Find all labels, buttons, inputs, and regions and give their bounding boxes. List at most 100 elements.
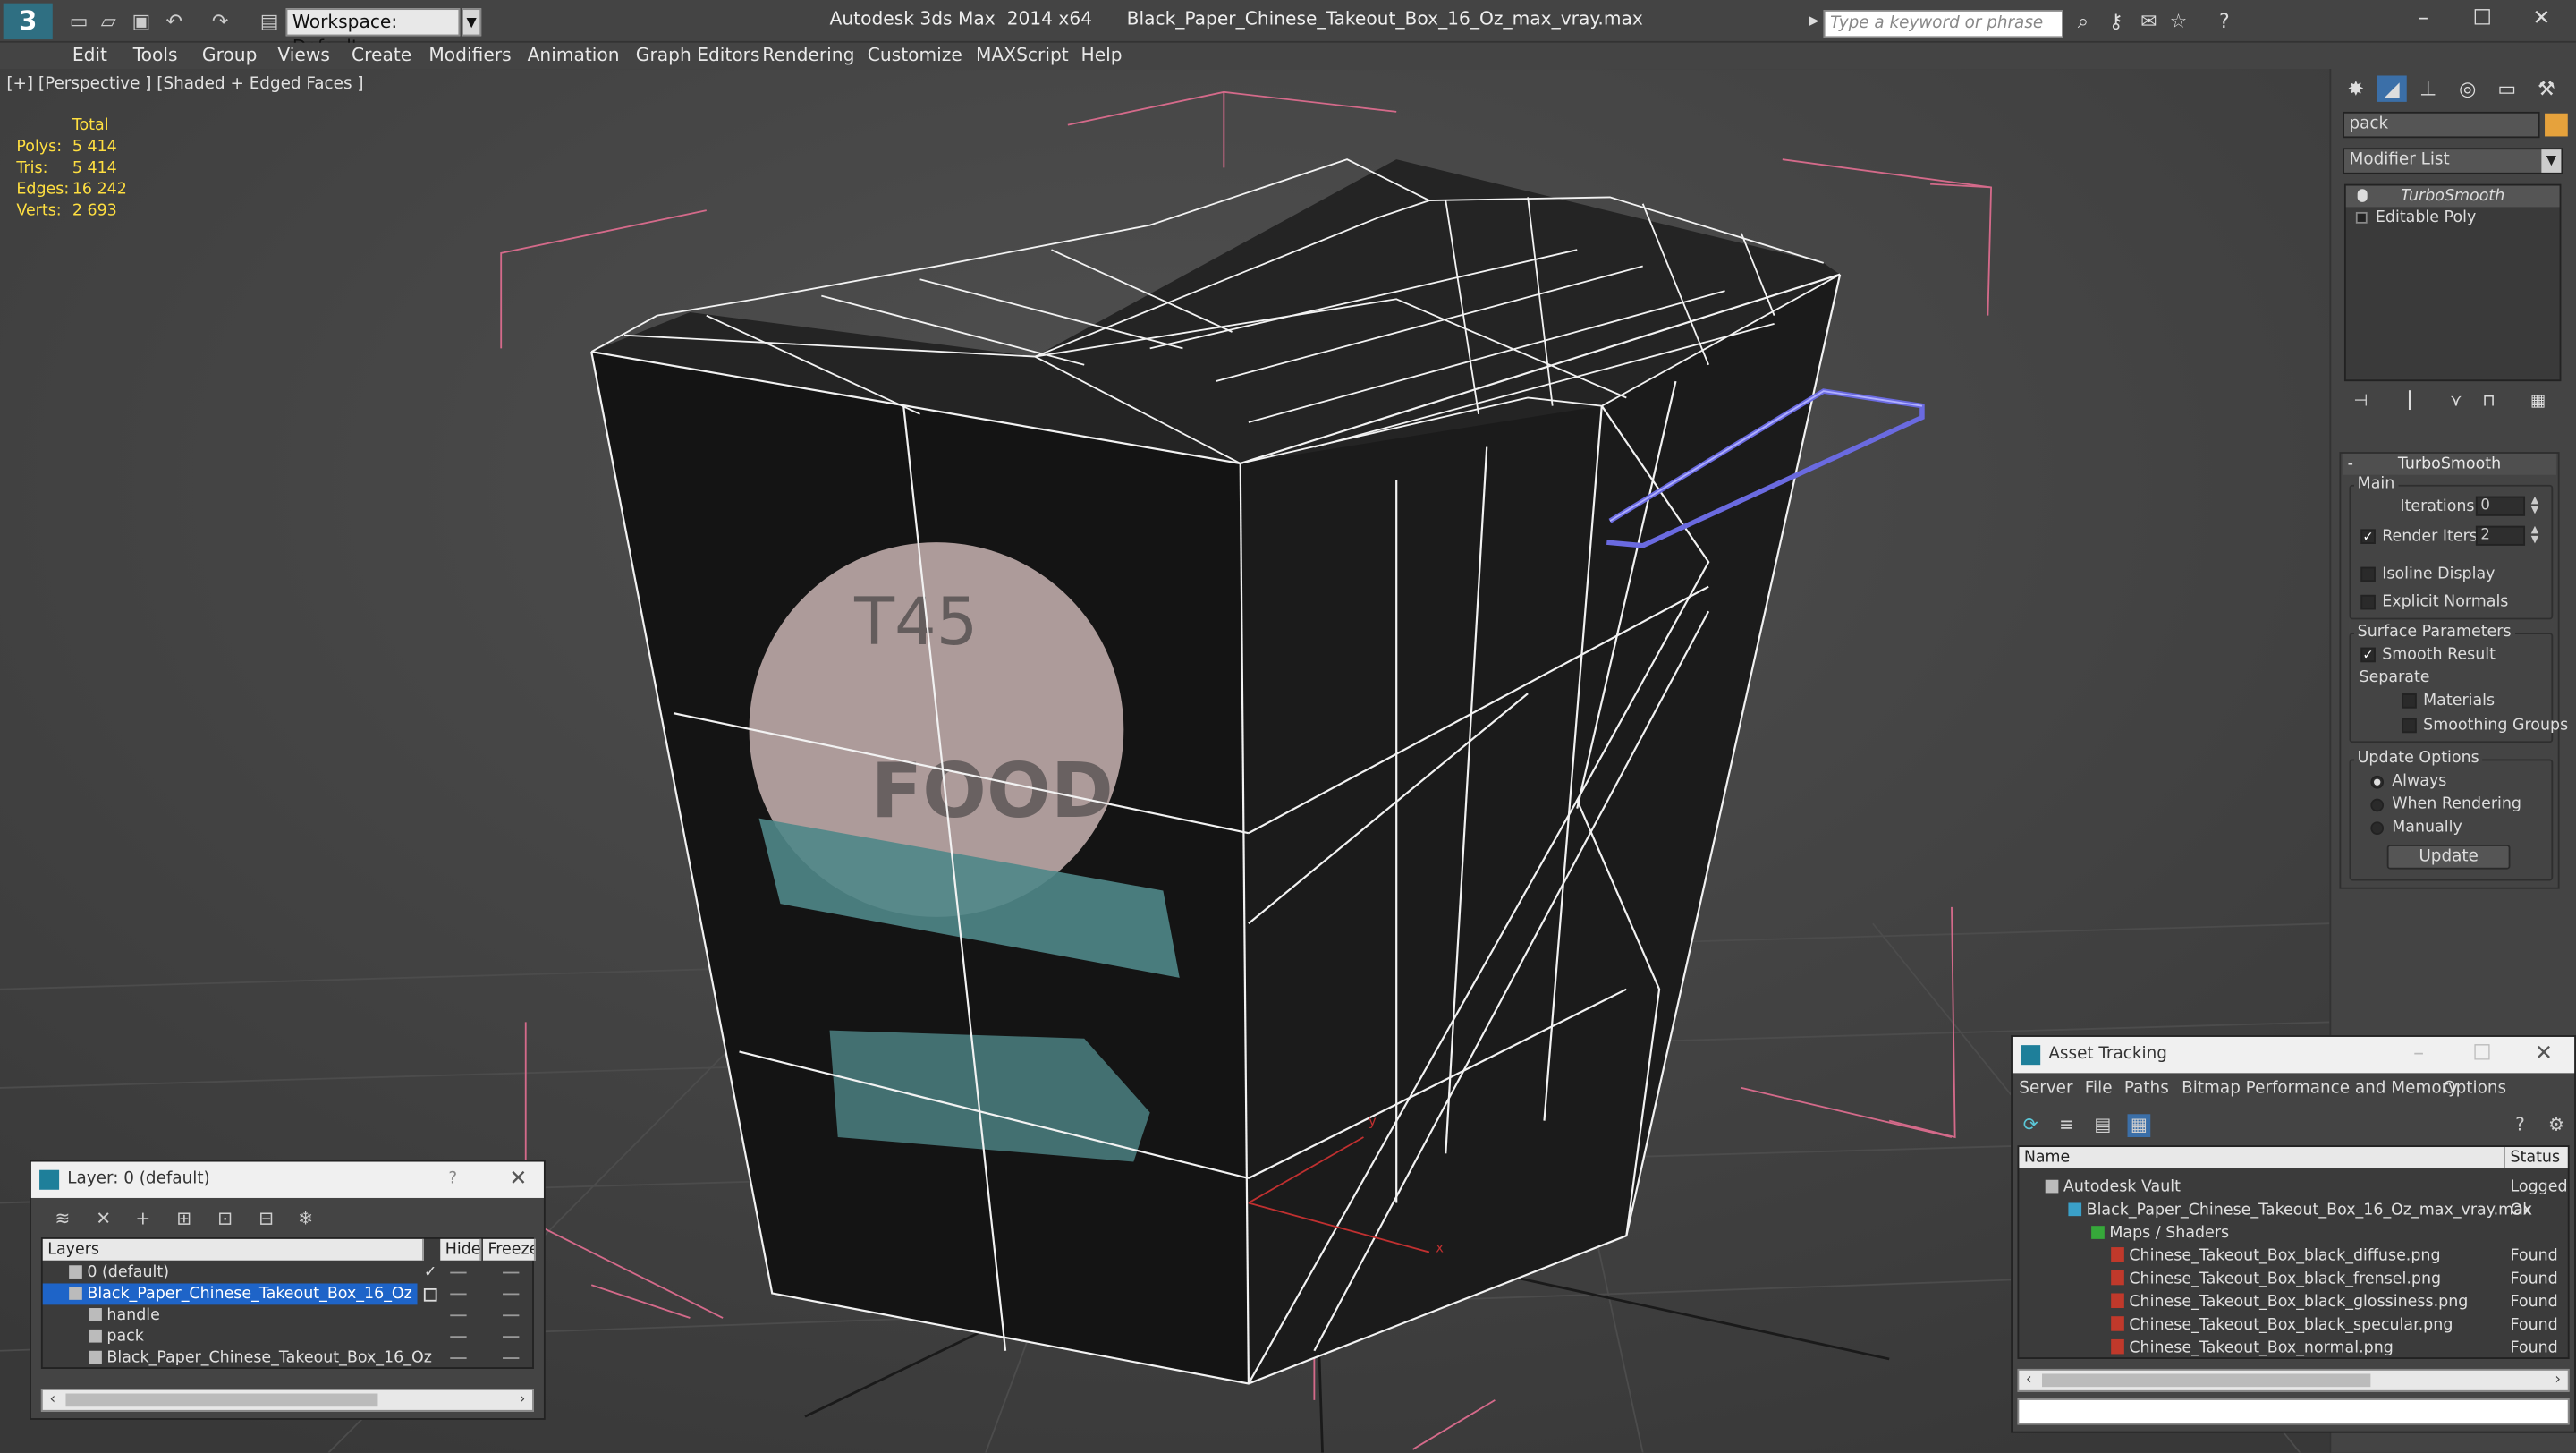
communication-icon[interactable]: ✉ — [2136, 8, 2162, 34]
menu-customize[interactable]: Customize — [868, 45, 962, 66]
add-to-layer-icon[interactable]: + — [131, 1208, 155, 1231]
horizontal-scrollbar[interactable]: ‹ › — [40, 1389, 534, 1412]
hide-toggle[interactable] — [450, 1271, 467, 1274]
stack-item-turbosmooth[interactable]: TurboSmooth — [2345, 185, 2560, 208]
column-header-hide[interactable]: Hide — [440, 1238, 482, 1261]
asset-row[interactable]: Chinese_Takeout_Box_black_glossiness.png… — [2019, 1292, 2567, 1313]
asset-row[interactable]: Black_Paper_Chinese_Takeout_Box_16_Oz_ma… — [2019, 1200, 2567, 1221]
menu-animation[interactable]: Animation — [528, 45, 620, 66]
asset-row[interactable]: Autodesk Vault Logged — [2019, 1177, 2568, 1198]
scroll-right-icon[interactable]: › — [513, 1390, 532, 1410]
configure-sets-icon[interactable]: ▦ — [2527, 391, 2550, 414]
minimize-button[interactable]: – — [2399, 5, 2448, 35]
menu-file[interactable]: File — [2085, 1080, 2113, 1098]
motion-tab-icon[interactable]: ◎ — [2453, 75, 2482, 101]
hide-toggle[interactable] — [450, 1293, 467, 1296]
render-iters-checkbox[interactable]: ✓ — [2360, 529, 2376, 544]
object-row[interactable]: pack — [43, 1326, 532, 1347]
highlight-layer-icon[interactable]: ⊡ — [214, 1208, 237, 1231]
layer-row[interactable]: 0 (default) ✓ — [43, 1262, 532, 1284]
update-button[interactable]: Update — [2386, 845, 2511, 870]
rollout-header[interactable]: - TurboSmooth — [2343, 453, 2556, 475]
maximize-button[interactable]: ☐ — [2458, 5, 2507, 35]
smoothing-groups-checkbox[interactable] — [2402, 718, 2417, 734]
spinner-arrows-icon[interactable]: ▲ ▼ — [2529, 525, 2542, 546]
menu-edit[interactable]: Edit — [72, 45, 107, 66]
freeze-toggle[interactable] — [503, 1336, 520, 1338]
make-unique-icon[interactable]: ⋎ — [2445, 391, 2468, 414]
redo-icon[interactable]: ↷ — [207, 8, 233, 34]
expand-box-icon[interactable] — [2355, 211, 2368, 224]
create-layer-icon[interactable]: ≋ — [51, 1208, 74, 1231]
freeze-toggle[interactable] — [503, 1293, 520, 1296]
menu-modifiers[interactable]: Modifiers — [428, 45, 511, 66]
asset-row[interactable]: Maps / Shaders — [2019, 1223, 2567, 1245]
menu-create[interactable]: Create — [352, 45, 411, 66]
remove-modifier-icon[interactable]: ⊓ — [2478, 391, 2501, 414]
modify-tab-icon[interactable]: ◢ — [2377, 75, 2407, 102]
menu-maxscript[interactable]: MAXScript — [976, 45, 1069, 66]
object-row[interactable]: Black_Paper_Chinese_Takeout_Box_16_Oz — [43, 1347, 532, 1369]
freeze-toggle[interactable] — [503, 1271, 520, 1274]
close-button[interactable]: ✕ — [2535, 1037, 2553, 1073]
spinner-arrows-icon[interactable]: ▲ ▼ — [2529, 496, 2542, 516]
freeze-toggle[interactable] — [503, 1314, 520, 1317]
hide-toggle[interactable] — [450, 1314, 467, 1317]
hide-toggle[interactable] — [450, 1357, 467, 1359]
modifier-list-dropdown[interactable]: Modifier List ▼ — [2343, 148, 2563, 174]
materials-checkbox[interactable] — [2402, 693, 2417, 709]
column-header-name[interactable]: Name — [2019, 1147, 2505, 1168]
table-view-icon[interactable]: ▦ — [2127, 1114, 2151, 1137]
display-tab-icon[interactable]: ▭ — [2492, 75, 2521, 101]
scroll-thumb[interactable] — [2042, 1373, 2371, 1388]
asset-list[interactable]: Name Status Autodesk Vault Logged Black_P… — [2017, 1145, 2570, 1359]
freeze-toggle[interactable] — [503, 1357, 520, 1359]
detail-view-icon[interactable]: ▤ — [2091, 1114, 2114, 1137]
explicit-normals-checkbox[interactable] — [2360, 594, 2376, 610]
asset-row[interactable]: Chinese_Takeout_Box_black_frensel.png Fou… — [2019, 1269, 2567, 1290]
close-button[interactable]: ✕ — [2517, 5, 2566, 35]
app-logo-icon[interactable]: 3 — [3, 3, 53, 40]
menu-help[interactable]: Help — [1081, 45, 1123, 66]
save-file-icon[interactable]: ▣ — [128, 8, 154, 34]
help-button[interactable]: ? — [448, 1162, 457, 1198]
lightbulb-icon[interactable] — [2357, 189, 2368, 202]
key-icon[interactable]: ⚷ — [2103, 8, 2129, 34]
list-view-icon[interactable]: ≡ — [2055, 1114, 2079, 1137]
layer-status-box-icon[interactable] — [423, 1287, 437, 1302]
scroll-thumb[interactable] — [65, 1393, 378, 1407]
hide-all-layers-icon[interactable]: ⊟ — [255, 1208, 278, 1231]
show-end-result-icon[interactable]: ┃ — [2399, 391, 2422, 414]
menu-server[interactable]: Server — [2019, 1080, 2072, 1098]
asset-row[interactable]: Chinese_Takeout_Box_black_specular.png Fo… — [2019, 1314, 2567, 1336]
layer-list[interactable]: Layers Hide Freeze 0 (default) ✓ Black_P… — [40, 1237, 536, 1369]
render-iters-spinner[interactable]: 2 — [2475, 525, 2526, 546]
asset-row[interactable]: Chinese_Takeout_Box_black_diffuse.png Fou… — [2019, 1245, 2567, 1267]
object-name-input[interactable]: pack — [2343, 111, 2540, 139]
isoline-display-checkbox[interactable] — [2360, 566, 2376, 582]
always-radio[interactable] — [2370, 775, 2385, 789]
project-folder-icon[interactable]: ▤ — [257, 8, 283, 34]
new-file-icon[interactable]: ▭ — [65, 8, 91, 34]
manually-radio[interactable] — [2370, 821, 2385, 836]
smooth-result-checkbox[interactable]: ✓ — [2360, 647, 2376, 663]
object-color-swatch[interactable] — [2545, 113, 2568, 137]
undo-icon[interactable]: ↶ — [161, 8, 187, 34]
select-objects-icon[interactable]: ⊞ — [173, 1208, 196, 1231]
delete-layer-icon[interactable]: ✕ — [92, 1208, 115, 1231]
hierarchy-tab-icon[interactable]: ⊥ — [2413, 75, 2443, 101]
menu-bitmap-performance[interactable]: Bitmap Performance and Memory — [2182, 1080, 2458, 1098]
active-layer-check-icon[interactable]: ✓ — [424, 1262, 437, 1284]
pin-stack-icon[interactable]: ⊣ — [2349, 391, 2372, 414]
menu-group[interactable]: Group — [202, 45, 258, 66]
scroll-right-icon[interactable]: › — [2548, 1371, 2568, 1390]
maximize-button[interactable]: ☐ — [2472, 1037, 2491, 1073]
help-icon[interactable]: ? — [2509, 1114, 2532, 1137]
layer-panel-header[interactable]: Layer: 0 (default) ? ✕ — [30, 1161, 544, 1198]
utilities-tab-icon[interactable]: ⚒ — [2531, 75, 2561, 101]
menu-tools[interactable]: Tools — [133, 45, 178, 66]
object-row[interactable]: handle — [43, 1304, 532, 1326]
freeze-all-layers-icon[interactable]: ❄ — [294, 1208, 318, 1231]
when-rendering-radio[interactable] — [2370, 798, 2385, 812]
menu-rendering[interactable]: Rendering — [762, 45, 854, 66]
